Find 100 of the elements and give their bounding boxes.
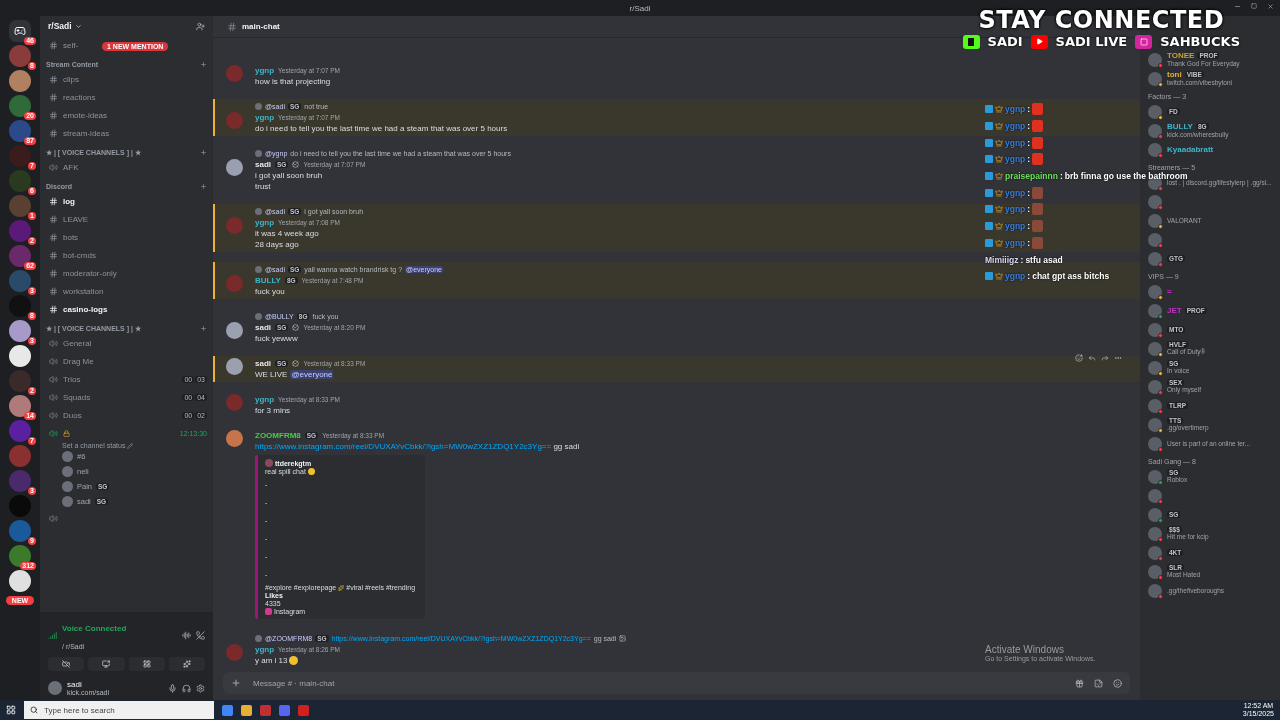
member-avatar[interactable] bbox=[1148, 417, 1162, 432]
sticker-icon[interactable] bbox=[1094, 678, 1103, 688]
chat-colon: : bbox=[1027, 237, 1031, 248]
author-name[interactable]: ygnp bbox=[255, 218, 275, 227]
member-avatar[interactable] bbox=[1148, 104, 1162, 119]
start-icon[interactable] bbox=[6, 705, 16, 715]
author-name[interactable]: ygnp bbox=[255, 113, 275, 122]
server-icon[interactable] bbox=[9, 345, 31, 367]
add-channel-icon[interactable] bbox=[200, 149, 207, 156]
chat-badge-icon bbox=[985, 272, 993, 281]
screen-share-button[interactable] bbox=[88, 657, 125, 671]
channel-item[interactable]: Drag Me bbox=[46, 352, 94, 370]
camera-button[interactable] bbox=[48, 657, 85, 671]
add-user-icon[interactable] bbox=[196, 21, 205, 31]
author-name[interactable]: sadi bbox=[255, 323, 271, 332]
hash-icon bbox=[49, 232, 58, 242]
speaker-icon bbox=[49, 338, 58, 348]
user-avatar bbox=[62, 496, 73, 507]
member-name[interactable]: Kyaadabratt bbox=[1167, 145, 1214, 154]
link[interactable]: https://www.instagram.com/reel/DVUXAYvCbkk/?igsh=MW0wZXZ1ZDQ1Y2c3Yg== bbox=[255, 442, 552, 451]
member-avatar[interactable] bbox=[1148, 213, 1162, 228]
chat-colon: : bbox=[1027, 187, 1031, 198]
author-name[interactable]: BULLY bbox=[255, 276, 281, 285]
hash-icon bbox=[49, 196, 58, 206]
emoji-icon[interactable] bbox=[1113, 678, 1122, 688]
user-avatar bbox=[62, 451, 73, 462]
add-channel-icon[interactable] bbox=[200, 61, 207, 68]
author-name[interactable]: sadi bbox=[255, 160, 271, 169]
search-input[interactable]: Type here to search bbox=[42, 704, 182, 716]
member-avatar[interactable] bbox=[1148, 360, 1162, 375]
add-reaction-icon[interactable] bbox=[1075, 354, 1083, 362]
hash-icon bbox=[49, 110, 58, 120]
server-icon[interactable] bbox=[9, 320, 31, 342]
forward-icon[interactable] bbox=[1101, 354, 1109, 362]
author-name[interactable]: ygnp bbox=[255, 395, 275, 404]
channel-item[interactable]: bot-cmds bbox=[46, 246, 96, 264]
chat-colon: : bbox=[1020, 254, 1024, 265]
chat-colon: : bbox=[1027, 104, 1031, 115]
user-avatar bbox=[226, 394, 243, 411]
settings-icon[interactable] bbox=[196, 683, 205, 693]
gift-icon[interactable] bbox=[1075, 678, 1084, 688]
author-name[interactable]: ygnp bbox=[255, 645, 275, 654]
taskbar-search[interactable]: Type here to search bbox=[24, 701, 214, 719]
channel-item[interactable]: AFK bbox=[46, 158, 79, 176]
member-name[interactable]: TONEE bbox=[1167, 51, 1195, 61]
more-icon[interactable] bbox=[1114, 354, 1122, 362]
message-input[interactable]: Message # · main-chat bbox=[251, 677, 1065, 689]
channel-item[interactable]: moderator-only bbox=[46, 264, 117, 282]
channel-item[interactable]: clips bbox=[46, 70, 79, 88]
member-name[interactable]: = bbox=[1167, 287, 1172, 296]
channel-title: main-chat bbox=[242, 22, 280, 31]
add-channel-icon[interactable] bbox=[200, 183, 207, 190]
user-avatar bbox=[226, 112, 243, 129]
fries-emote-icon bbox=[1032, 120, 1044, 133]
noise-icon[interactable] bbox=[182, 630, 191, 640]
channel-item[interactable]: log bbox=[46, 192, 75, 210]
attach-icon[interactable] bbox=[231, 678, 241, 688]
server-name[interactable]: r/Sadi bbox=[48, 21, 72, 31]
image-icon bbox=[619, 635, 627, 642]
message-text: i got yall soon bruh bbox=[255, 171, 323, 180]
channel-item[interactable]: reactions bbox=[46, 88, 96, 106]
mic-icon[interactable] bbox=[168, 683, 177, 693]
disconnect-icon[interactable] bbox=[196, 630, 205, 640]
face-emote-icon bbox=[1032, 186, 1044, 199]
maximize-icon[interactable] bbox=[1251, 3, 1257, 9]
activities-button[interactable] bbox=[128, 657, 165, 671]
close-icon[interactable] bbox=[1267, 3, 1274, 10]
user-avatar bbox=[226, 65, 243, 82]
message-text: fuck yewww bbox=[255, 334, 298, 343]
channel-item[interactable]: casino-logs bbox=[46, 300, 108, 318]
member-name[interactable]: BULLY bbox=[1167, 122, 1193, 132]
member-avatar[interactable] bbox=[1148, 284, 1162, 299]
author-name[interactable]: ygnp bbox=[255, 66, 275, 75]
reply-icon[interactable] bbox=[1088, 354, 1096, 362]
channel-item[interactable]: bots bbox=[46, 228, 79, 246]
channel-item[interactable]: General bbox=[46, 334, 92, 352]
channel-item[interactable]: emote-ideas bbox=[46, 106, 108, 124]
member-name[interactable]: toni bbox=[1167, 70, 1182, 80]
member-avatar[interactable] bbox=[1148, 71, 1162, 86]
message-composer[interactable]: Message # · main-chat bbox=[223, 672, 1130, 694]
add-channel-icon[interactable] bbox=[200, 325, 207, 332]
author-name[interactable]: ZOOMFRM8 bbox=[255, 431, 301, 440]
channel-item[interactable]: workstation bbox=[46, 282, 104, 300]
channel-item[interactable]: stream-ideas bbox=[46, 124, 110, 142]
member-name[interactable]: JET bbox=[1167, 306, 1182, 315]
channel-item[interactable]: LEAVE bbox=[46, 210, 89, 228]
server-icon[interactable] bbox=[9, 570, 31, 592]
soundboard-button[interactable] bbox=[168, 657, 205, 671]
member-avatar[interactable] bbox=[1148, 341, 1162, 356]
minimize-icon[interactable] bbox=[1234, 3, 1241, 10]
folder-icon[interactable] bbox=[241, 704, 252, 716]
app-icon[interactable] bbox=[222, 704, 233, 716]
lock-icon bbox=[63, 429, 70, 437]
sparkles-icon bbox=[338, 584, 345, 591]
app-icon[interactable] bbox=[279, 704, 290, 716]
author-name[interactable]: sadi bbox=[255, 359, 271, 368]
app-icon[interactable] bbox=[298, 704, 309, 716]
channel-item[interactable]: self- bbox=[46, 36, 79, 54]
headphones-icon[interactable] bbox=[182, 683, 191, 693]
app-icon[interactable] bbox=[260, 704, 271, 716]
